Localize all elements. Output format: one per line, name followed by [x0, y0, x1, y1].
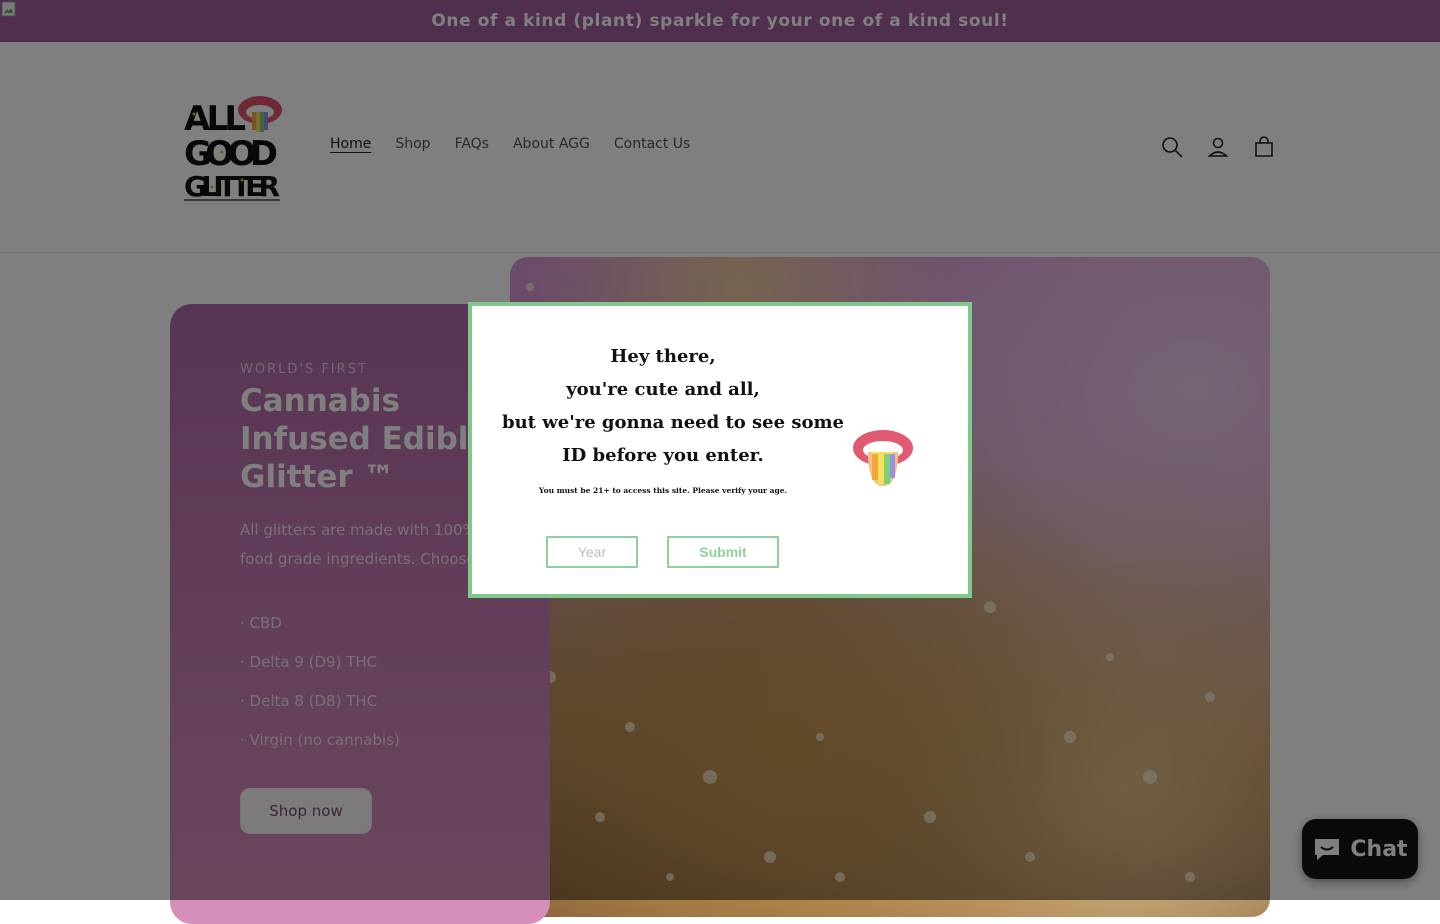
tongue-logo-icon — [853, 430, 913, 486]
heading-line: you're cute and all, — [566, 379, 760, 400]
heading-line: ID before you enter. — [562, 445, 764, 466]
submit-button[interactable]: Submit — [667, 536, 779, 568]
age-verification-modal: Hey there, you're cute and all, but we'r… — [468, 302, 972, 598]
heading-line: but we're gonna need to see some — [502, 412, 844, 433]
year-input[interactable] — [546, 536, 638, 568]
modal-heading: Hey there, you're cute and all, but we'r… — [502, 340, 844, 472]
age-note: You must be 21+ to access this site. Ple… — [538, 486, 788, 495]
heading-line: Hey there, — [610, 346, 716, 367]
